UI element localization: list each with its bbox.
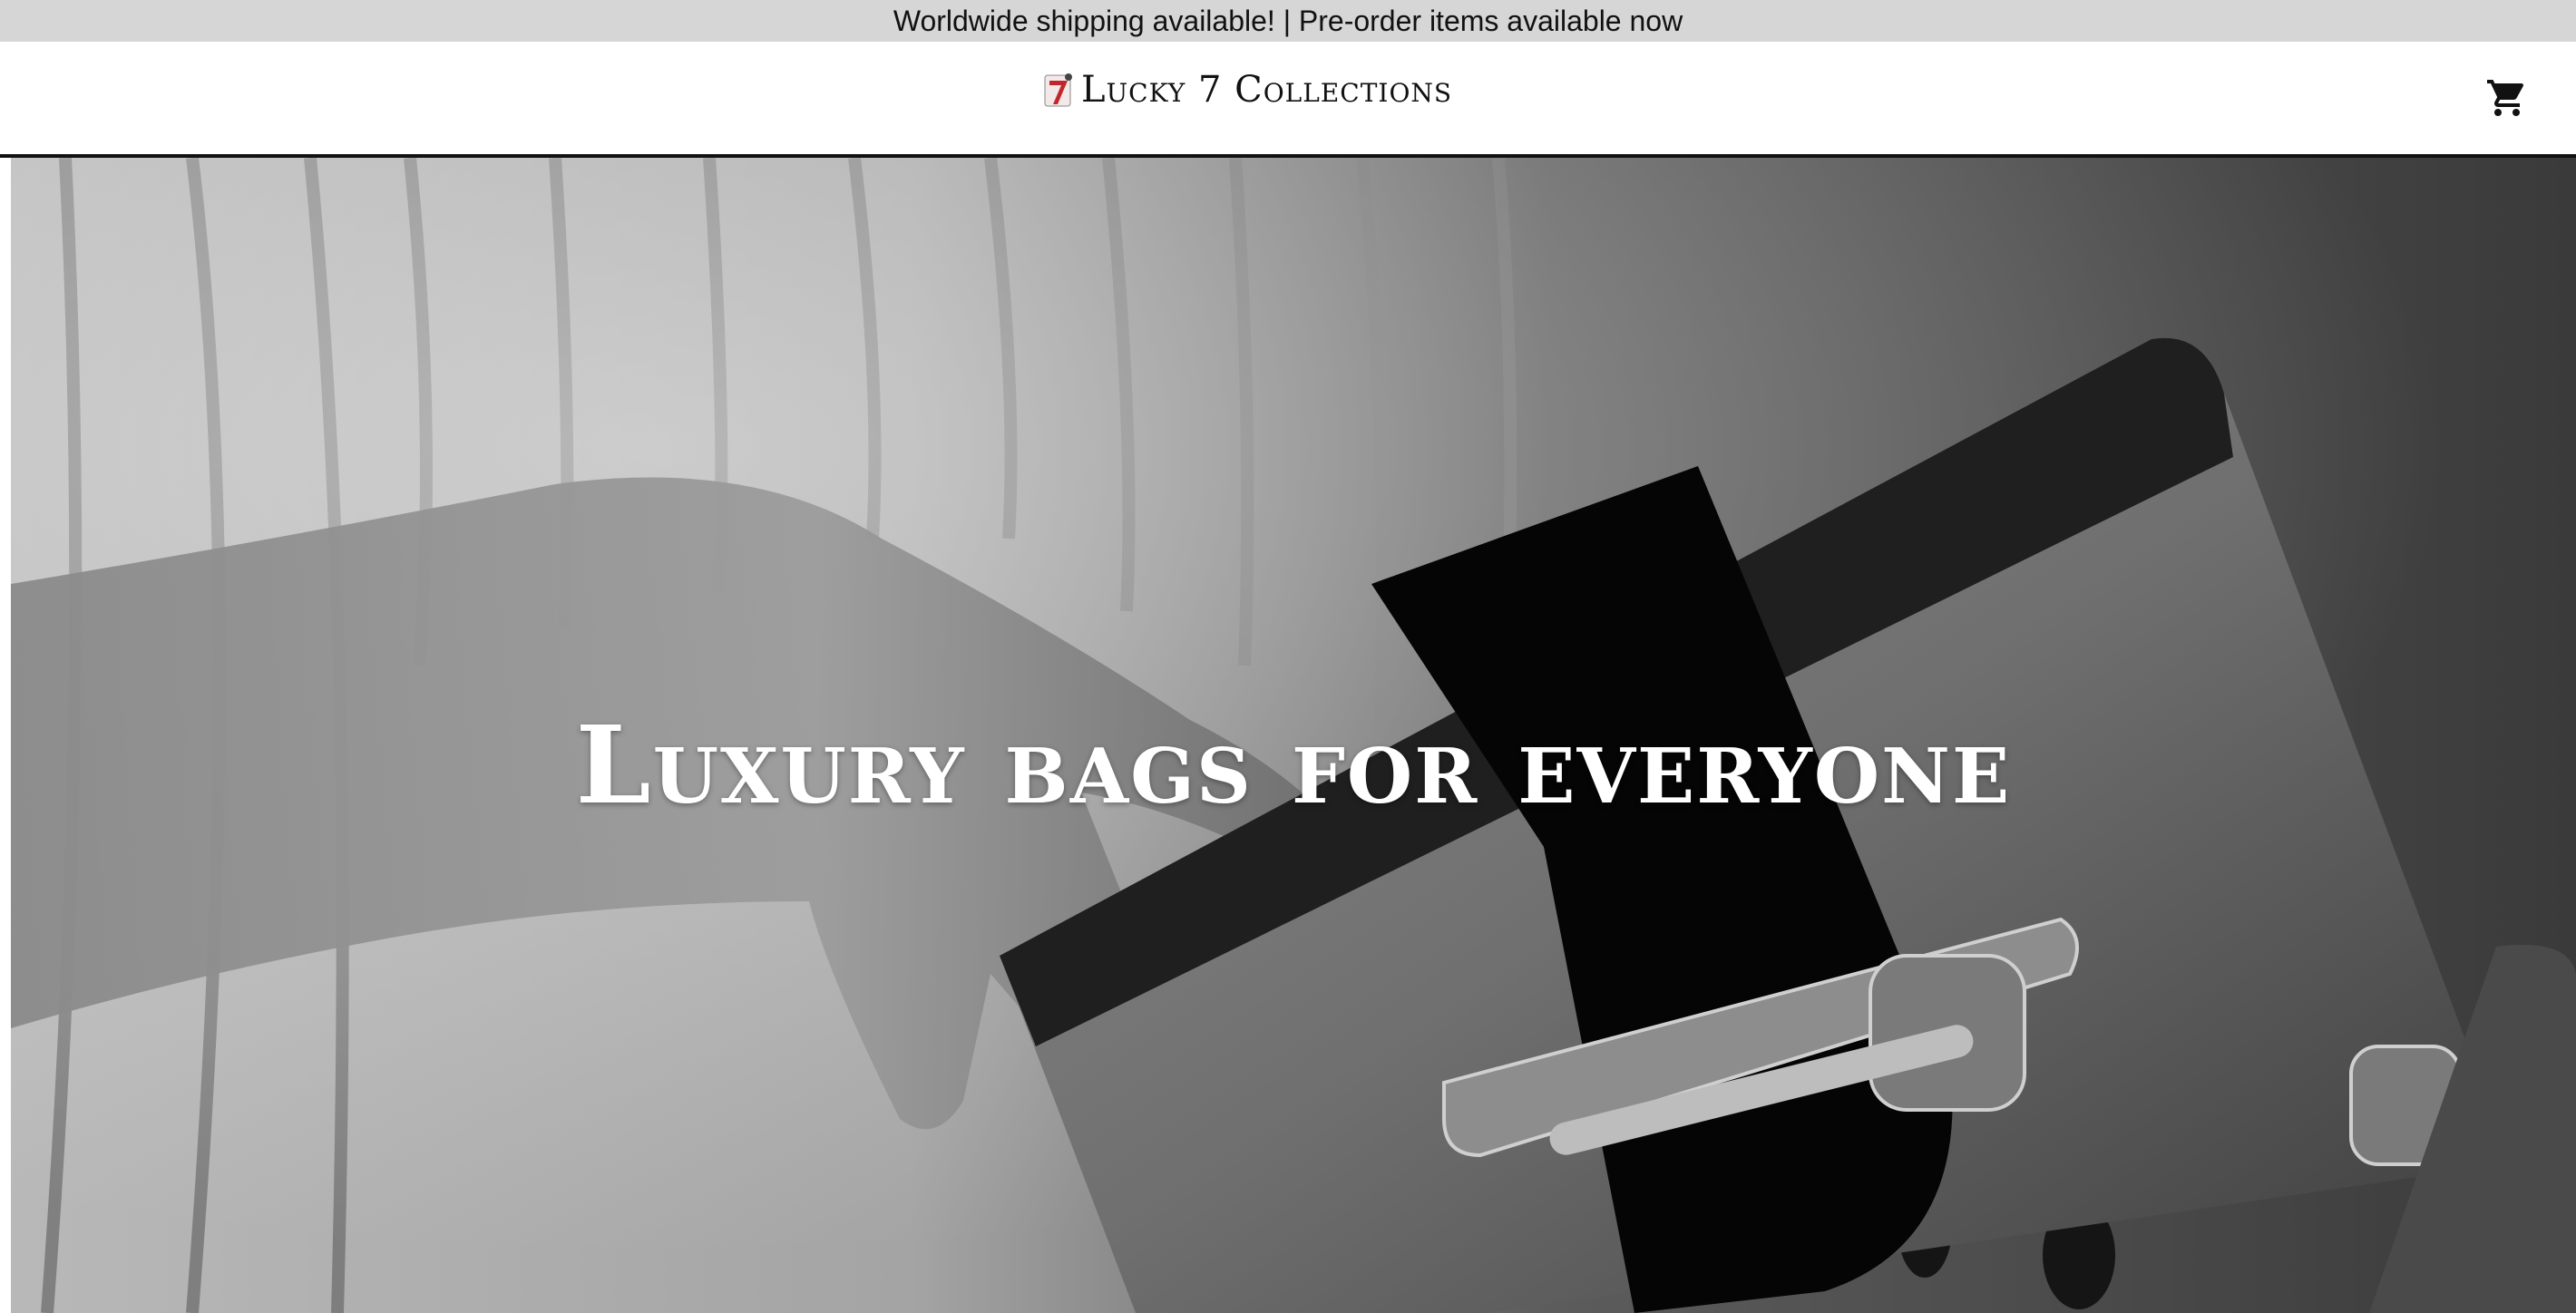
lucky-7-logo-icon [1044, 73, 1072, 107]
hero-title: Luxury bags for everyone [575, 702, 2012, 828]
announcement-bar: Worldwide shipping available! | Pre-orde… [0, 0, 2576, 42]
shopping-cart-icon[interactable] [2485, 76, 2529, 120]
hero-banner[interactable]: Luxury bags for everyone [11, 158, 2576, 1313]
brand-name: Lucky 7 Collections [1081, 69, 1453, 111]
announcement-text: Worldwide shipping available! | Pre-orde… [893, 4, 1683, 37]
brand-link[interactable]: Lucky 7 Collections [1041, 69, 1452, 111]
site-header: Lucky 7 Collections [0, 42, 2576, 158]
